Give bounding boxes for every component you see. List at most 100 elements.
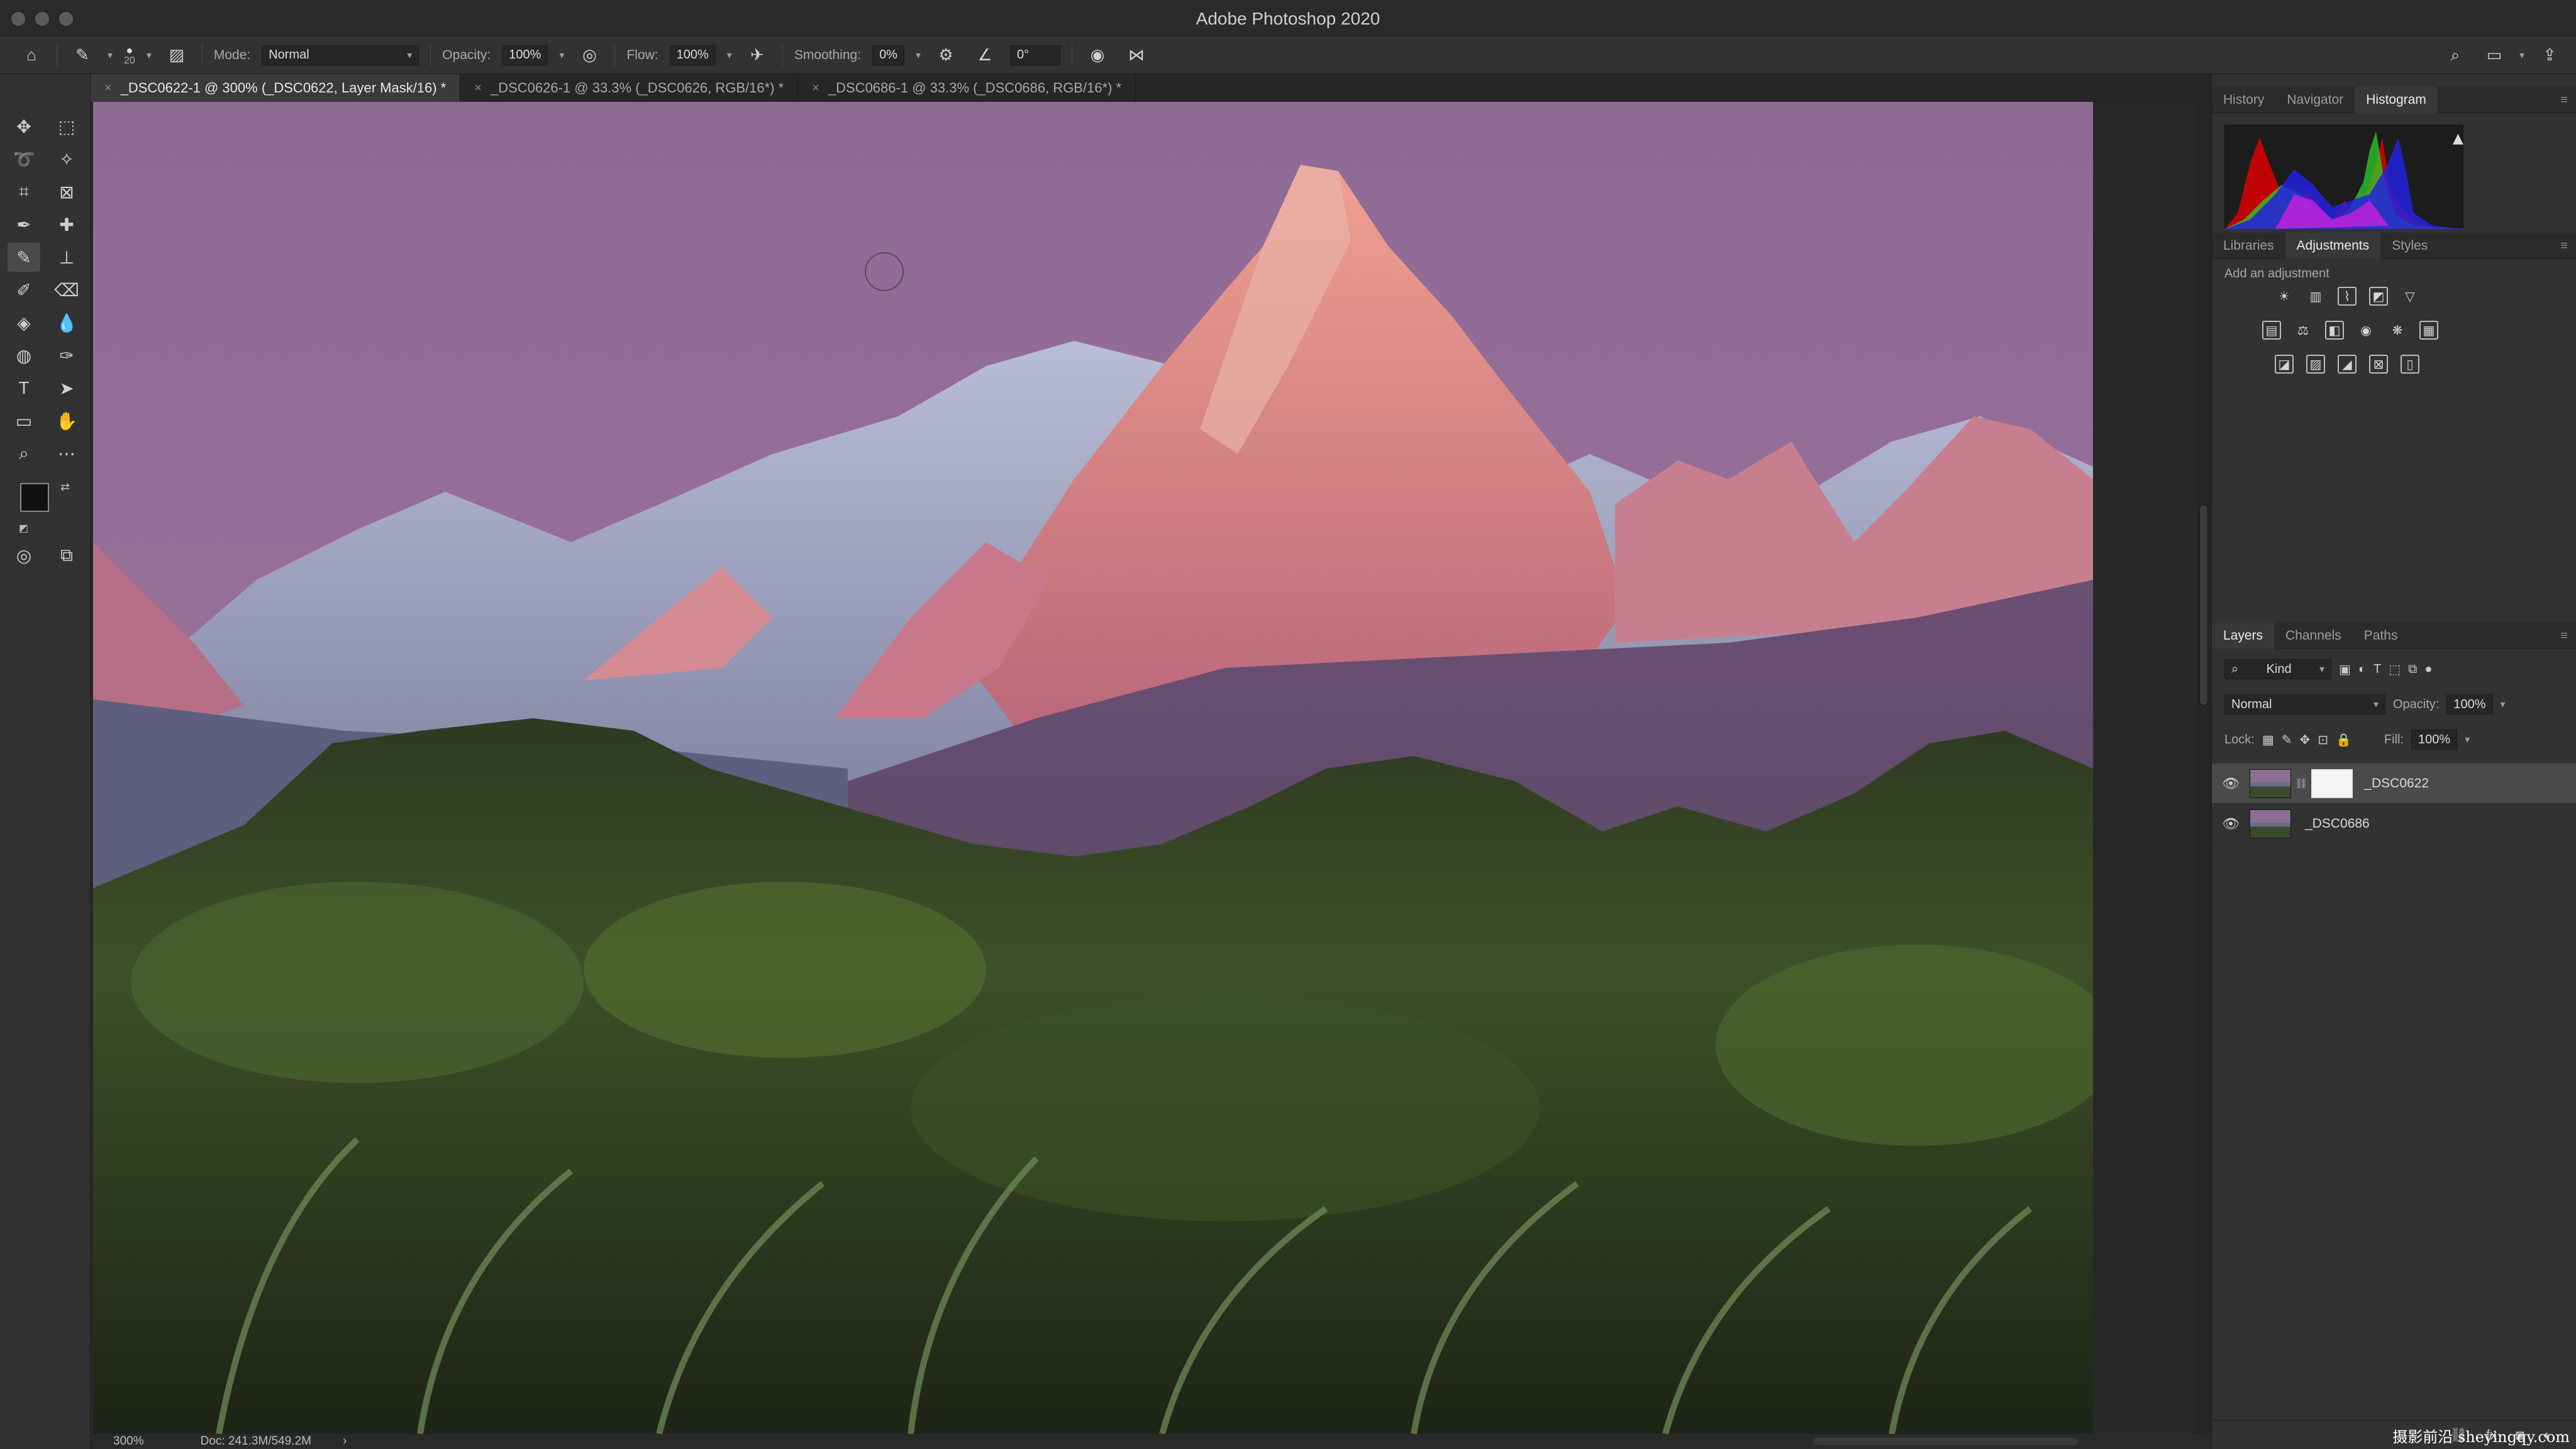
lock-transparent-icon[interactable]: ▦: [2262, 732, 2274, 748]
swap-colors-icon[interactable]: ⇄: [60, 480, 70, 494]
tab-channels[interactable]: Channels: [2274, 623, 2353, 649]
chevron-down-icon[interactable]: ▾: [2519, 49, 2524, 62]
tab-dsc0622[interactable]: × _DSC0622-1 @ 300% (_DSC0622, Layer Mas…: [91, 74, 461, 102]
layer-kind-filter[interactable]: ⌕ Kind ▾: [2224, 659, 2331, 679]
panel-menu-icon[interactable]: ≡: [2560, 629, 2568, 643]
layer-row-dsc0622[interactable]: 👁 ⛓ _DSC0622: [2212, 763, 2576, 804]
smart-object-filter-icon[interactable]: ⧉: [2408, 662, 2417, 677]
smoothing-field[interactable]: 0%: [872, 45, 904, 65]
lock-position-icon[interactable]: ✥: [2299, 732, 2310, 748]
stamp-tool-icon[interactable]: ⊥: [50, 243, 83, 272]
status-arrow[interactable]: ›: [343, 1435, 347, 1448]
brush-preset-picker[interactable]: ● 20: [124, 45, 135, 66]
brush-settings-icon[interactable]: ▨: [163, 42, 191, 69]
tab-history[interactable]: History: [2212, 87, 2275, 113]
pen-tool-icon[interactable]: ✑: [50, 341, 83, 370]
chevron-down-icon[interactable]: ▾: [108, 49, 113, 62]
tab-styles[interactable]: Styles: [2380, 233, 2439, 259]
share-icon[interactable]: ⇪: [2536, 42, 2563, 69]
chevron-down-icon[interactable]: ▾: [727, 49, 732, 62]
pressure-opacity-icon[interactable]: ◎: [575, 42, 603, 69]
type-filter-icon[interactable]: T: [2373, 662, 2381, 677]
close-icon[interactable]: ×: [104, 81, 112, 96]
chevron-down-icon[interactable]: ▾: [916, 49, 921, 62]
fill-field[interactable]: 100%: [2411, 730, 2458, 750]
layer-opacity-field[interactable]: 100%: [2446, 694, 2493, 714]
tab-dsc0686[interactable]: × _DSC0686-1 @ 33.3% (_DSC0686, RGB/16*)…: [798, 74, 1136, 102]
zoom-level[interactable]: 300%: [113, 1435, 144, 1448]
mode-select[interactable]: Normal ▾: [262, 45, 419, 65]
tab-libraries[interactable]: Libraries: [2212, 233, 2285, 259]
scrollbar-thumb[interactable]: [2199, 504, 2208, 706]
tab-histogram[interactable]: Histogram: [2355, 86, 2438, 113]
close-icon[interactable]: ×: [474, 81, 482, 96]
tab-adjustments[interactable]: Adjustments: [2285, 232, 2381, 259]
invert-icon[interactable]: ◪: [2275, 355, 2294, 374]
screen-mode-icon[interactable]: ⧉: [50, 541, 83, 570]
path-selection-tool-icon[interactable]: ➤: [50, 374, 83, 402]
foreground-color-swatch[interactable]: [20, 483, 49, 512]
warning-icon[interactable]: ▲: [2453, 131, 2463, 147]
shape-filter-icon[interactable]: ⬚: [2389, 662, 2401, 677]
history-brush-tool-icon[interactable]: ✐: [8, 275, 40, 304]
brightness-contrast-icon[interactable]: ☀: [2275, 287, 2294, 306]
symmetry-icon[interactable]: ⋈: [1123, 42, 1150, 69]
quick-mask-icon[interactable]: ◎: [8, 541, 40, 570]
pressure-size-icon[interactable]: ◉: [1084, 42, 1111, 69]
airbrush-icon[interactable]: ✈: [743, 42, 771, 69]
chevron-down-icon[interactable]: ▾: [559, 49, 564, 62]
tab-navigator[interactable]: Navigator: [2275, 87, 2355, 113]
horizontal-scrollbar[interactable]: [1814, 1438, 2078, 1445]
pixel-filter-icon[interactable]: ▣: [2339, 662, 2351, 677]
lock-all-icon[interactable]: 🔒: [2336, 732, 2351, 748]
eye-icon[interactable]: 👁: [2212, 775, 2250, 792]
chevron-down-icon[interactable]: ▾: [2501, 698, 2506, 711]
layer-mask-thumbnail[interactable]: [2311, 769, 2353, 798]
tab-layers[interactable]: Layers: [2212, 622, 2275, 649]
posterize-icon[interactable]: ▨: [2306, 355, 2325, 374]
panel-menu-icon[interactable]: ≡: [2560, 239, 2568, 253]
dodge-tool-icon[interactable]: ◍: [8, 341, 40, 370]
flow-field[interactable]: 100%: [669, 45, 716, 65]
vibrance-icon[interactable]: ▽: [2401, 287, 2419, 306]
default-colors-icon[interactable]: ◩: [19, 522, 28, 535]
exposure-icon[interactable]: ◩: [2369, 287, 2388, 306]
healing-brush-tool-icon[interactable]: ✚: [50, 210, 83, 239]
channel-mixer-icon[interactable]: ❋: [2388, 321, 2407, 340]
frame-tool-icon[interactable]: ⊠: [50, 177, 83, 206]
lasso-tool-icon[interactable]: ➰: [8, 145, 40, 174]
eraser-tool-icon[interactable]: ⌫: [50, 275, 83, 304]
black-white-icon[interactable]: ◧: [2325, 321, 2344, 340]
quick-select-tool-icon[interactable]: ✧: [50, 145, 83, 174]
adjustment-filter-icon[interactable]: ◐: [2358, 662, 2366, 677]
color-lookup-icon[interactable]: ▦: [2419, 321, 2438, 340]
hand-tool-icon[interactable]: ✋: [50, 406, 83, 435]
marquee-tool-icon[interactable]: ⬚: [50, 112, 83, 141]
curves-icon[interactable]: ⌇: [2338, 287, 2357, 306]
vertical-scrollbar[interactable]: [2196, 102, 2211, 1434]
zoom-tool-icon[interactable]: ⌕: [8, 439, 40, 468]
chevron-down-icon[interactable]: ▾: [147, 49, 152, 62]
eye-icon[interactable]: 👁: [2212, 816, 2250, 832]
tab-paths[interactable]: Paths: [2353, 623, 2409, 649]
type-tool-icon[interactable]: T: [8, 374, 40, 402]
color-balance-icon[interactable]: ⚖: [2294, 321, 2312, 340]
chevron-down-icon[interactable]: ▾: [2465, 733, 2470, 746]
selective-color-icon[interactable]: ⊠: [2369, 355, 2388, 374]
brush-tool-icon[interactable]: ✎: [69, 42, 96, 69]
tab-dsc0626[interactable]: × _DSC0626-1 @ 33.3% (_DSC0626, RGB/16*)…: [460, 74, 799, 102]
rectangle-tool-icon[interactable]: ▭: [8, 406, 40, 435]
crop-tool-icon[interactable]: ⌗: [8, 177, 40, 206]
move-tool-icon[interactable]: ✥: [8, 112, 40, 141]
blend-mode-select[interactable]: Normal ▾: [2224, 694, 2385, 714]
document-canvas[interactable]: [93, 102, 2093, 1434]
lock-pixels-icon[interactable]: ✎: [2282, 732, 2292, 748]
link-icon[interactable]: ⛓: [2295, 777, 2307, 790]
filter-toggle-icon[interactable]: ●: [2424, 662, 2432, 677]
close-icon[interactable]: ×: [812, 81, 819, 96]
workspace-icon[interactable]: ▭: [2480, 42, 2508, 69]
panel-menu-icon[interactable]: ≡: [2560, 93, 2568, 108]
opacity-field[interactable]: 100%: [502, 45, 548, 65]
hue-saturation-icon[interactable]: ▤: [2262, 321, 2281, 340]
photo-filter-icon[interactable]: ◉: [2357, 321, 2375, 340]
